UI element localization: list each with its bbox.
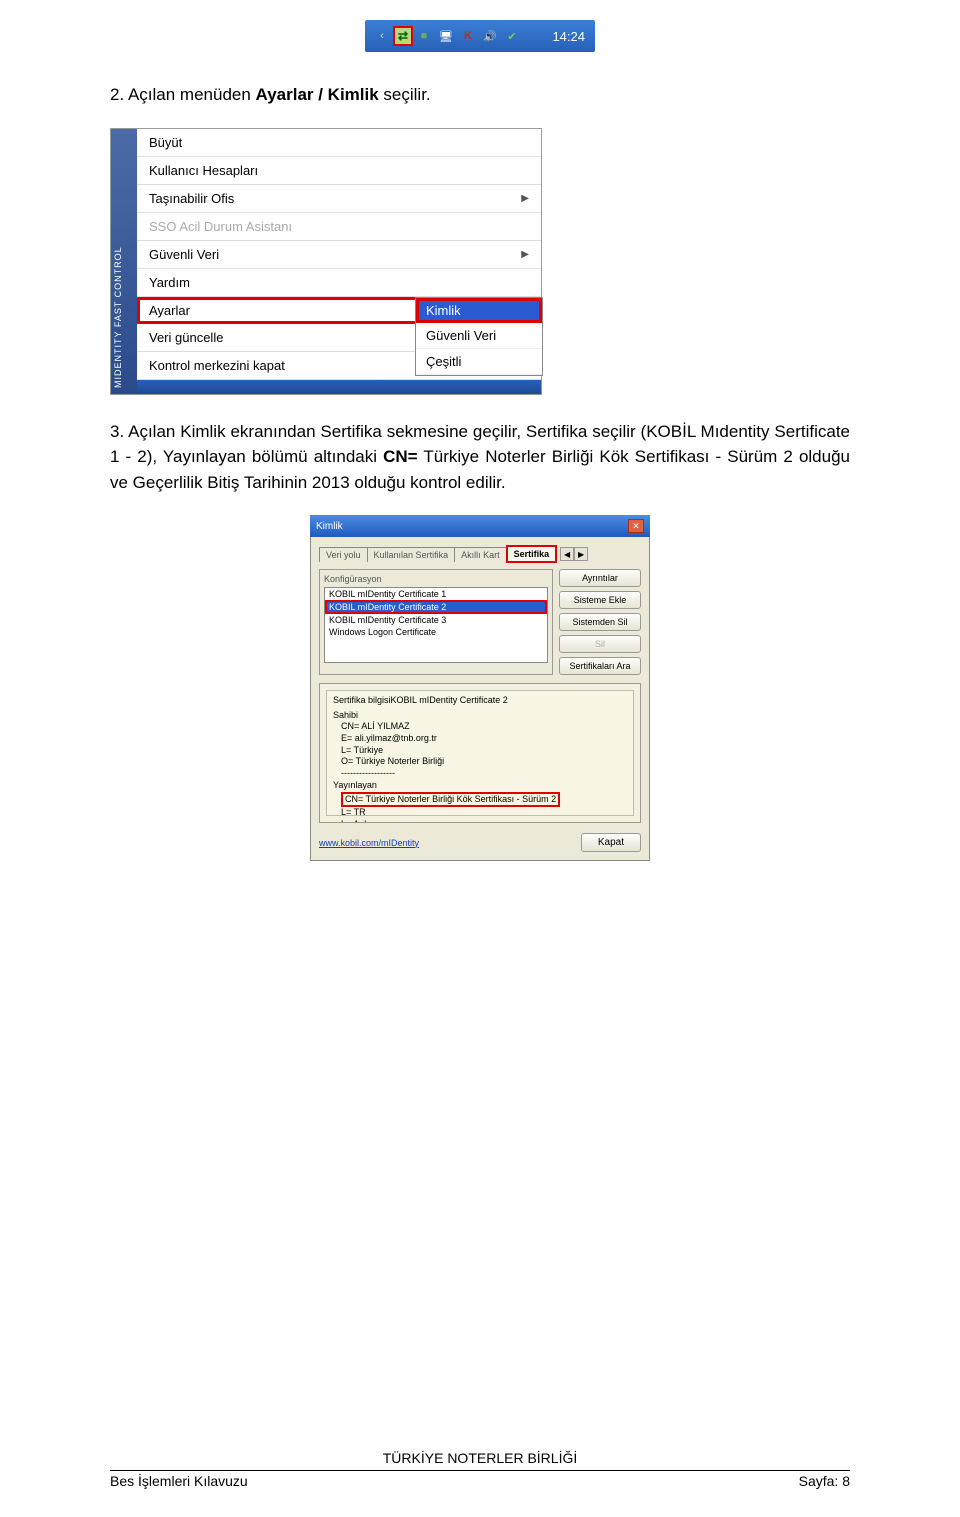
- tab-scroll-left[interactable]: ◀: [560, 547, 574, 561]
- menu-label: Büyüt: [149, 135, 182, 150]
- submenu-item-guvenli-veri[interactable]: Güvenli Veri: [416, 323, 542, 349]
- details-button[interactable]: Ayrıntılar: [559, 569, 641, 587]
- kobil-link[interactable]: www.kobil.com/mIDentity: [319, 838, 419, 848]
- submenu-item-kimlik[interactable]: Kimlik: [416, 298, 542, 323]
- remove-system-button[interactable]: Sistemden Sil: [559, 613, 641, 631]
- tray-app-icon[interactable]: ⇄: [393, 26, 413, 46]
- footer-center: TÜRKİYE NOTERLER BİRLİĞİ: [110, 1450, 850, 1466]
- context-menu-screenshot: MIDENTITY FAST CONTROL Büyüt Kullanıcı H…: [110, 128, 542, 395]
- menu-item-sso: SSO Acil Durum Asistanı: [137, 213, 541, 241]
- menu-label: Kontrol merkezini kapat: [149, 358, 285, 373]
- tray-icon-5: ✔: [503, 27, 521, 45]
- tray-icon-2: 🖥: [437, 27, 455, 45]
- menu-item-kullanici[interactable]: Kullanıcı Hesapları: [137, 157, 541, 185]
- menu-bottom-bar: [137, 380, 541, 394]
- instr3-cn: CN=: [383, 447, 417, 466]
- menu-label: Yardım: [149, 275, 190, 290]
- instr2-pre: 2. Açılan menüden: [110, 85, 256, 104]
- tab-kullanilan-sertifika[interactable]: Kullanılan Sertifika: [367, 547, 456, 562]
- delete-button: Sil: [559, 635, 641, 653]
- tab-row: Veri yolu Kullanılan Sertifika Akıllı Ka…: [319, 545, 641, 563]
- menu-label: Taşınabilir Ofis: [149, 191, 234, 206]
- menu-label: Kullanıcı Hesapları: [149, 163, 258, 178]
- owner-line: L= Türkiye: [341, 745, 627, 757]
- menu-side-label: MIDENTITY FAST CONTROL: [111, 129, 137, 394]
- dialog-title: Kimlik: [316, 521, 343, 532]
- tray-icon-4: 🔊: [481, 27, 499, 45]
- cert-item-1[interactable]: KOBIL mIDentity Certificate 1: [325, 588, 547, 600]
- submenu-item-cesitli[interactable]: Çeşitli: [416, 349, 542, 375]
- add-system-button[interactable]: Sisteme Ekle: [559, 591, 641, 609]
- owner-label: Sahibi: [333, 710, 627, 722]
- menu-label: Ayarlar: [149, 303, 190, 318]
- menu-item-ofis[interactable]: Taşınabilir Ofis ▶: [137, 185, 541, 213]
- chevron-right-icon: ▶: [521, 193, 529, 204]
- close-icon[interactable]: ✕: [628, 519, 644, 533]
- dialog-titlebar: Kimlik ✕: [310, 515, 650, 537]
- kimlik-dialog: Kimlik ✕ Veri yolu Kullanılan Sertifika …: [310, 515, 650, 861]
- info-title: Sertifika bilgisiKOBIL mIDentity Certifi…: [333, 695, 627, 707]
- issuer-line: L= TR: [341, 807, 627, 819]
- instruction-2: 2. Açılan menüden Ayarlar / Kimlik seçil…: [110, 82, 850, 108]
- instruction-3: 3. Açılan Kimlik ekranından Sertifika se…: [110, 419, 850, 496]
- cert-item-3[interactable]: KOBIL mIDentity Certificate 3: [325, 614, 547, 626]
- tab-akilli-kart[interactable]: Akıllı Kart: [454, 547, 507, 562]
- menu-item-yardim[interactable]: Yardım: [137, 269, 541, 297]
- tab-veri-yolu[interactable]: Veri yolu: [319, 547, 368, 562]
- config-groupbox: Konfigürasyon KOBIL mIDentity Certificat…: [319, 569, 553, 675]
- menu-label: Güvenli Veri: [149, 247, 219, 262]
- footer-right: Sayfa: 8: [799, 1473, 850, 1489]
- cert-item-4[interactable]: Windows Logon Certificate: [325, 626, 547, 638]
- tab-sertifika[interactable]: Sertifika: [506, 545, 558, 563]
- tray-icon-1: ■: [415, 27, 433, 45]
- menu-label: Veri güncelle: [149, 330, 223, 345]
- owner-line: ------------------: [341, 768, 627, 780]
- tray-icon-3: K: [459, 27, 477, 45]
- footer-left: Bes İşlemleri Kılavuzu: [110, 1473, 248, 1489]
- windows-taskbar: ‹ ⇄ ■ 🖥 K 🔊 ✔ 14:24: [365, 20, 595, 52]
- menu-item-guvenli-veri[interactable]: Güvenli Veri ▶: [137, 241, 541, 269]
- taskbar-clock: 14:24: [552, 29, 585, 44]
- config-label: Konfigürasyon: [324, 574, 548, 584]
- instr2-bold: Ayarlar / Kimlik: [256, 85, 379, 104]
- owner-line: E= ali.yilmaz@tnb.org.tr: [341, 733, 627, 745]
- owner-line: O= Türkiye Noterler Birliği: [341, 756, 627, 768]
- cert-info-groupbox: Sertifika bilgisiKOBIL mIDentity Certifi…: [319, 683, 641, 823]
- tab-scroll-right[interactable]: ▶: [574, 547, 588, 561]
- close-button[interactable]: Kapat: [581, 833, 641, 852]
- tray-arrow-icon: ‹: [373, 27, 391, 45]
- issuer-line: L= Ankara: [341, 819, 627, 823]
- menu-label: SSO Acil Durum Asistanı: [149, 219, 292, 234]
- issuer-cn-highlight: CN= Türkiye Noterler Birliği Kök Sertifi…: [341, 792, 560, 808]
- menu-item-buyut[interactable]: Büyüt: [137, 129, 541, 157]
- owner-line: CN= ALİ YILMAZ: [341, 721, 627, 733]
- instr2-post: seçilir.: [379, 85, 431, 104]
- ayarlar-submenu: Kimlik Güvenli Veri Çeşitli: [415, 297, 543, 376]
- chevron-right-icon: ▶: [521, 249, 529, 260]
- cert-listbox[interactable]: KOBIL mIDentity Certificate 1 KOBIL mIDe…: [324, 587, 548, 663]
- issuer-label: Yayınlayan: [333, 780, 627, 792]
- page-footer: TÜRKİYE NOTERLER BİRLİĞİ Bes İşlemleri K…: [110, 1470, 850, 1489]
- search-certs-button[interactable]: Sertifikaları Ara: [559, 657, 641, 675]
- cert-item-2[interactable]: KOBIL mIDentity Certificate 2: [325, 600, 547, 614]
